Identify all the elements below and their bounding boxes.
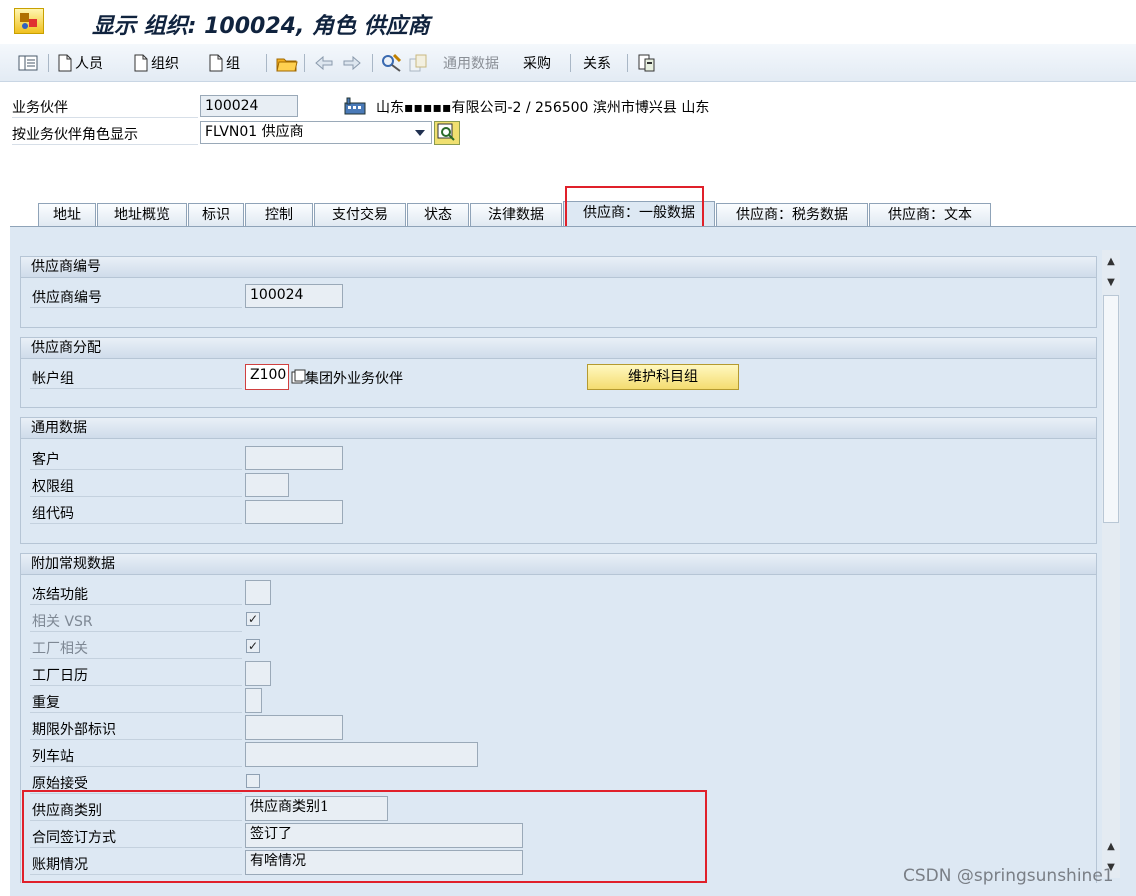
customer-label: 客户 xyxy=(32,452,60,468)
tab-vendor-tax[interactable]: 供应商：税务数据 xyxy=(716,203,868,227)
group-title: 供应商编号 xyxy=(21,257,1096,278)
account-group-field[interactable]: Z100 xyxy=(245,364,289,390)
group-title: 附加常规数据 xyxy=(21,554,1096,575)
tab-address[interactable]: 地址 xyxy=(38,203,96,227)
group-vendor-number: 供应商编号 xyxy=(20,256,1097,328)
organization-button[interactable]: 组织 xyxy=(134,52,179,74)
highlight-fields-box xyxy=(22,790,707,883)
bp-number-field[interactable]: 100024 xyxy=(200,95,298,117)
group-code-field[interactable] xyxy=(245,500,343,524)
group-general-data: 通用数据 xyxy=(20,417,1097,544)
copy-icon[interactable] xyxy=(408,52,430,74)
customer-field[interactable] xyxy=(245,446,343,470)
purchasing-button[interactable]: 采购 xyxy=(523,52,551,74)
ext-id-field[interactable] xyxy=(245,715,343,740)
relationships-button[interactable]: 关系 xyxy=(583,52,611,74)
hierarchy-icon[interactable] xyxy=(637,52,657,74)
document-icon xyxy=(58,54,72,72)
maintain-account-group-button[interactable]: 维护科目组 xyxy=(587,364,739,390)
document-icon xyxy=(209,54,223,72)
bp-label: 业务伙伴 xyxy=(12,100,68,116)
tab-status[interactable]: 状态 xyxy=(407,203,469,227)
open-folder-icon[interactable] xyxy=(276,52,298,74)
role-label: 按业务伙伴角色显示 xyxy=(12,127,138,143)
transaction-icon xyxy=(14,8,44,34)
factory-calendar-label: 工厂日历 xyxy=(32,668,88,684)
tab-identification[interactable]: 标识 xyxy=(188,203,244,227)
watermark: CSDN @springsunshine1 xyxy=(903,866,1114,886)
plant-relevant-label: 工厂相关 xyxy=(32,641,88,657)
vsr-label: 相关 VSR xyxy=(32,614,93,630)
organization-icon xyxy=(344,97,366,119)
account-group-desc: 集团外业务伙伴 xyxy=(305,371,403,387)
account-group-label: 帐户组 xyxy=(32,371,74,387)
auth-group-label: 权限组 xyxy=(32,479,74,495)
group-button[interactable]: 组 xyxy=(209,52,240,74)
train-station-field[interactable] xyxy=(245,742,478,767)
factory-calendar-field[interactable] xyxy=(245,661,271,686)
group-title: 供应商分配 xyxy=(21,338,1096,359)
auth-group-field[interactable] xyxy=(245,473,289,497)
original-accept-checkbox[interactable] xyxy=(246,774,260,788)
page-title: 显示 组织: 100024, 角色 供应商 xyxy=(92,14,430,39)
role-select[interactable]: FLVN01 供应商 xyxy=(200,121,432,144)
general-data-button[interactable]: 通用数据 xyxy=(443,52,499,74)
scroll-down-small-icon[interactable]: ▼ xyxy=(1105,277,1117,289)
tab-address-overview[interactable]: 地址概览 xyxy=(97,203,187,227)
ext-id-label: 期限外部标识 xyxy=(32,722,116,738)
vendor-number-field[interactable]: 100024 xyxy=(245,284,343,308)
search-icon[interactable] xyxy=(434,121,460,145)
freeze-label: 冻结功能 xyxy=(32,587,88,603)
group-code-label: 组代码 xyxy=(32,506,74,522)
group-vendor-assignment: 供应商分配 xyxy=(20,337,1097,408)
forward-arrow-icon[interactable] xyxy=(342,52,362,74)
tab-legal-data[interactable]: 法律数据 xyxy=(470,203,562,227)
back-arrow-icon[interactable] xyxy=(314,52,334,74)
freeze-field[interactable] xyxy=(245,580,271,605)
application-toolbar: 人员 组织 组 通用数据 采购 关系 xyxy=(0,44,1136,82)
vendor-number-label: 供应商编号 xyxy=(32,290,102,306)
duplicate-label: 重复 xyxy=(32,695,60,711)
scroll-page-up-icon[interactable]: ▲ xyxy=(1105,841,1117,853)
display-change-icon[interactable] xyxy=(380,52,404,74)
scrollbar-thumb[interactable] xyxy=(1103,295,1119,523)
document-icon xyxy=(134,54,148,72)
scroll-up-icon[interactable]: ▲ xyxy=(1105,256,1117,268)
bp-description: 山东▪▪▪▪▪有限公司-2 / 256500 滨州市博兴县 山东 xyxy=(376,100,710,116)
tab-vendor-text[interactable]: 供应商：文本 xyxy=(869,203,991,227)
person-button[interactable]: 人员 xyxy=(58,52,103,74)
duplicate-field[interactable] xyxy=(245,688,262,713)
train-station-label: 列车站 xyxy=(32,749,74,765)
tab-payment[interactable]: 支付交易 xyxy=(314,203,406,227)
tab-control[interactable]: 控制 xyxy=(245,203,313,227)
vsr-checkbox[interactable]: ✓ xyxy=(246,612,260,626)
dropdown-arrow-icon[interactable] xyxy=(414,126,426,142)
plant-relevant-checkbox[interactable]: ✓ xyxy=(246,639,260,653)
layout-toggle-icon[interactable] xyxy=(18,52,38,74)
group-title: 通用数据 xyxy=(21,418,1096,439)
title-bar: 显示 组织: 100024, 角色 供应商 xyxy=(0,0,1136,44)
